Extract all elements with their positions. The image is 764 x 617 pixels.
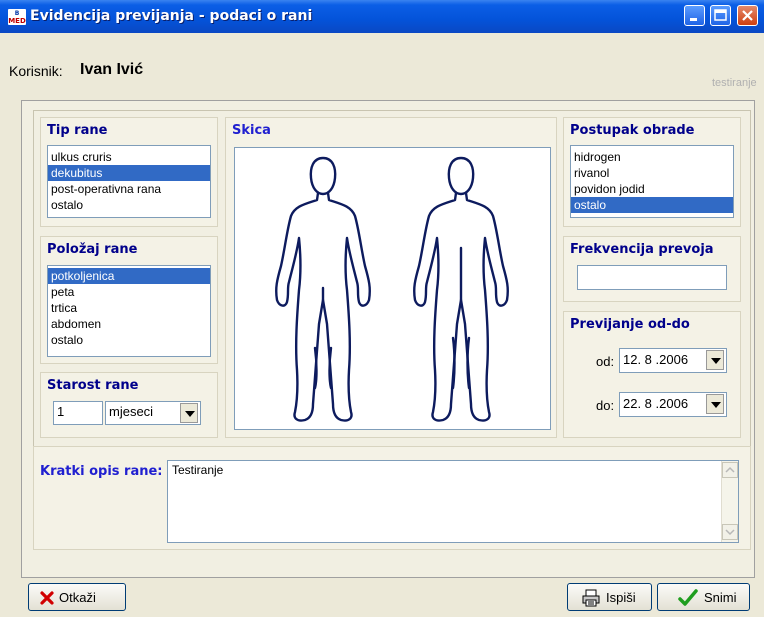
opis-text: Testiranje: [172, 463, 224, 477]
printer-icon: [582, 589, 600, 607]
chevron-down-icon[interactable]: [706, 350, 724, 370]
list-item[interactable]: ulkus cruris: [48, 149, 210, 165]
close-button[interactable]: [737, 5, 758, 26]
print-button[interactable]: Ispiši: [567, 583, 652, 611]
previjanje-group: Previjanje od-do od: 12. 8 .2006 do: 22.…: [563, 311, 741, 438]
postupak-obrade-list[interactable]: hidrogen rivanol povidon jodid ostalo: [570, 145, 734, 218]
list-item[interactable]: hidrogen: [571, 149, 733, 165]
od-date-value: 12. 8 .2006: [623, 352, 689, 367]
chevron-up-icon: [725, 466, 735, 473]
do-label: do:: [596, 398, 615, 413]
save-label: Snimi: [704, 590, 737, 605]
postupak-obrade-group: Postupak obrade hidrogen rivanol povidon…: [563, 117, 741, 227]
user-bar: Korisnik: Ivan Ivić testiranje: [0, 33, 764, 93]
frekvencija-group: Frekvencija prevoja: [563, 236, 741, 302]
chevron-down-icon: [725, 529, 735, 536]
body-sketch[interactable]: [234, 147, 551, 430]
user-name: Ivan Ivić: [80, 61, 144, 78]
starost-value-input[interactable]: 1: [53, 401, 103, 425]
do-date-value: 22. 8 .2006: [623, 396, 689, 411]
previjanje-title: Previjanje od-do: [570, 317, 690, 332]
list-item[interactable]: ostalo: [48, 332, 210, 348]
chevron-down-icon[interactable]: [180, 403, 198, 423]
opis-textarea[interactable]: Testiranje: [167, 460, 739, 543]
opis-scrollbar[interactable]: [721, 461, 738, 542]
list-item-selected[interactable]: potkoljenica: [48, 268, 210, 284]
list-item[interactable]: trtica: [48, 300, 210, 316]
polozaj-rane-list[interactable]: potkoljenica peta trtica abdomen ostalo: [47, 265, 211, 357]
body-outline-icon: [275, 156, 509, 422]
save-button[interactable]: Snimi: [657, 583, 750, 611]
list-item-selected[interactable]: dekubitus: [48, 165, 210, 181]
cancel-icon: [40, 591, 54, 605]
list-item[interactable]: peta: [48, 284, 210, 300]
title-bar[interactable]: B MED Evidencija previjanja - podaci o r…: [0, 0, 764, 33]
skica-title: Skica: [232, 123, 271, 138]
frekvencija-input[interactable]: [577, 265, 727, 290]
checkmark-icon: [678, 589, 698, 606]
starost-rane-group: Starost rane 1 mjeseci: [40, 372, 218, 438]
scroll-up-button[interactable]: [722, 462, 738, 478]
list-item[interactable]: ostalo: [48, 197, 210, 213]
polozaj-rane-group: Položaj rane potkoljenica peta trtica ab…: [40, 236, 218, 364]
cancel-button[interactable]: Otkaži: [28, 583, 126, 611]
maximize-button[interactable]: [710, 5, 731, 26]
chevron-down-icon[interactable]: [706, 394, 724, 414]
opis-group: Kratki opis rane: Testiranje: [33, 446, 751, 550]
app-logo-icon: B MED: [8, 9, 26, 25]
starost-rane-title: Starost rane: [47, 378, 139, 393]
environment-label: testiranje: [712, 77, 757, 89]
tip-rane-group: Tip rane ulkus cruris dekubitus post-ope…: [40, 117, 218, 227]
opis-label: Kratki opis rane:: [40, 464, 163, 479]
tip-rane-title: Tip rane: [47, 123, 108, 138]
svg-text:B: B: [15, 10, 20, 17]
print-label: Ispiši: [606, 590, 636, 605]
postupak-obrade-title: Postupak obrade: [570, 123, 695, 138]
list-item[interactable]: rivanol: [571, 165, 733, 181]
list-item[interactable]: povidon jodid: [571, 181, 733, 197]
list-item-selected[interactable]: ostalo: [571, 197, 733, 213]
svg-text:MED: MED: [8, 17, 26, 25]
tip-rane-list[interactable]: ulkus cruris dekubitus post-operativna r…: [47, 145, 211, 218]
user-label: Korisnik:: [9, 63, 63, 79]
minimize-icon: [690, 18, 697, 21]
scroll-down-button[interactable]: [722, 524, 738, 540]
close-icon: [742, 10, 753, 21]
cancel-label: Otkaži: [59, 590, 96, 605]
minimize-button[interactable]: [684, 5, 705, 26]
starost-unit-value: mjeseci: [109, 404, 154, 419]
frekvencija-title: Frekvencija prevoja: [570, 242, 714, 257]
od-label: od:: [596, 354, 615, 369]
window-title: Evidencija previjanja - podaci o rani: [30, 8, 313, 24]
skica-group: Skica: [225, 117, 557, 438]
maximize-icon: [714, 9, 727, 21]
list-item[interactable]: abdomen: [48, 316, 210, 332]
polozaj-rane-title: Položaj rane: [47, 242, 138, 257]
list-item[interactable]: post-operativna rana: [48, 181, 210, 197]
